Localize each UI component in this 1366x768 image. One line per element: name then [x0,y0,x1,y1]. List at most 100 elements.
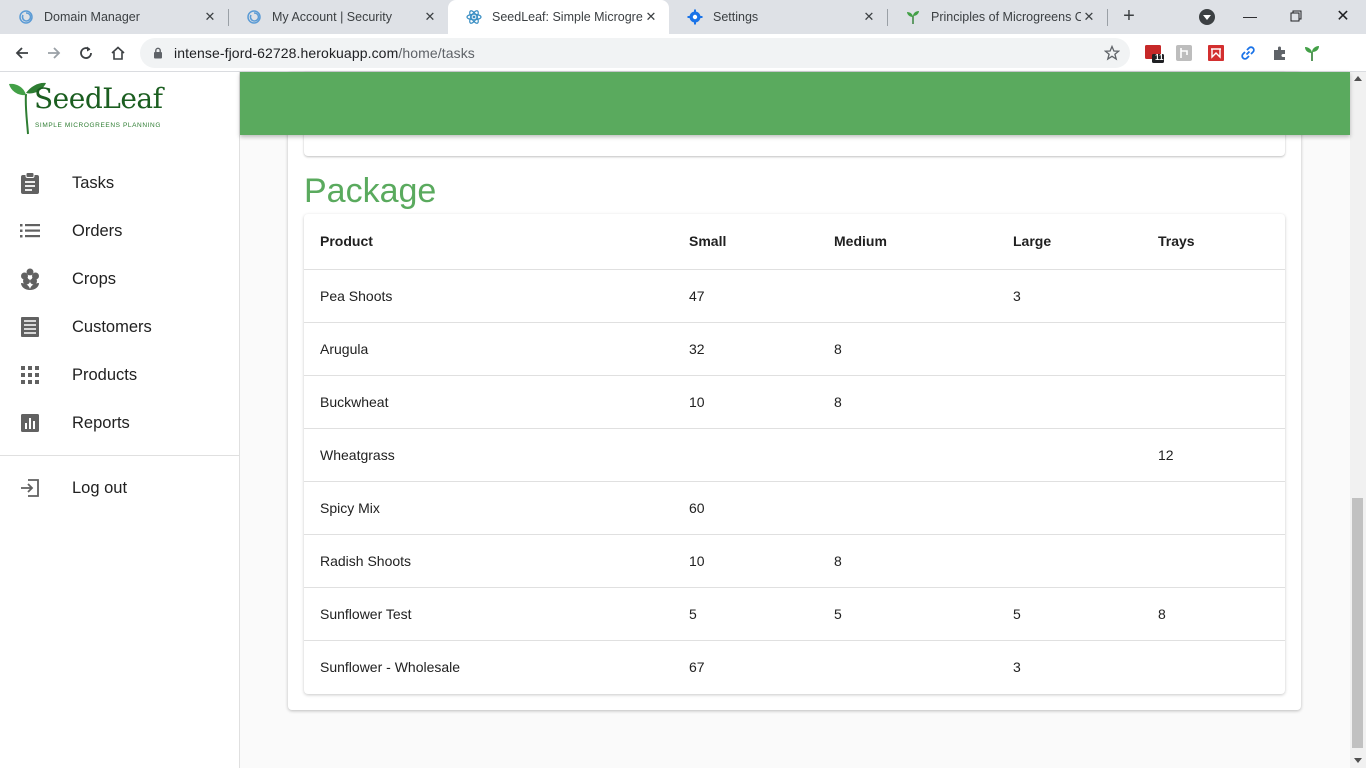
link-extension-button[interactable] [1238,43,1258,63]
extensions-button[interactable] [1270,43,1290,63]
lock-icon[interactable] [152,47,164,59]
translate-extension-button[interactable] [1174,43,1194,63]
cell-trays [1158,375,1285,429]
new-tab-button[interactable]: + [1118,5,1140,27]
cell-small: 32 [689,322,834,376]
seedleaf-logo[interactable]: SeedLeaf SIMPLE MICROGREENS PLANNING [8,80,168,136]
cell-product: Sunflower - Wholesale [320,658,461,675]
cell-large [1013,428,1158,482]
close-icon[interactable]: ✕ [1081,9,1097,25]
url-host: intense-fjord-62728.herokuapp.com [174,45,399,61]
cell-medium: 5 [834,587,1013,641]
column-header-product: Product [304,214,689,270]
cell-small [689,428,834,482]
table-row: Sunflower Test 5 5 5 8 [304,587,1285,641]
cell-small: 47 [689,269,834,323]
table-header-row: Product Small Medium Large Trays [304,214,1285,270]
back-button[interactable] [10,41,34,65]
cell-large [1013,322,1158,376]
minimize-window-button[interactable]: — [1237,4,1263,28]
red-extension-button[interactable] [1206,43,1226,63]
browser-tab-principles[interactable]: Principles of Microgreens Cro ✕ [887,0,1107,34]
sidebar-item-tasks[interactable]: Tasks [0,159,239,207]
sidebar-item-crops[interactable]: Crops [0,255,239,303]
sidebar-item-label: Tasks [72,173,115,192]
table-row: Buckwheat 10 8 [304,375,1285,429]
browser-tab-seedleaf[interactable]: SeedLeaf: Simple Microgreen ✕ [448,0,669,34]
sidebar-item-products[interactable]: Products [0,351,239,399]
cell-small: 60 [689,481,834,535]
bookmark-extension-icon [1208,45,1224,61]
logo-tagline: SIMPLE MICROGREENS PLANNING [35,122,161,129]
section-title-package: Package [304,172,437,210]
table-row: Sunflower - Wholesale 67 3 [304,640,1285,693]
tab-separator [1107,9,1108,26]
forward-button[interactable] [42,41,66,65]
calendar-extension-button[interactable]: 11 [1144,43,1164,63]
cell-medium: 8 [834,322,1013,376]
sidebar-item-logout[interactable]: Log out [0,464,239,512]
bar-chart-icon [18,411,42,435]
logo-name: SeedLeaf [34,82,163,115]
spiral-icon [247,10,261,24]
cell-medium [834,269,1013,323]
cell-medium [834,481,1013,535]
cell-large [1013,534,1158,588]
close-icon[interactable]: ✕ [643,9,659,25]
cell-medium [834,640,1013,693]
close-icon[interactable]: ✕ [861,9,877,25]
address-bar[interactable]: intense-fjord-62728.herokuapp.com/home/t… [140,38,1130,68]
cell-small: 10 [689,375,834,429]
profile-button[interactable] [1302,43,1322,63]
tab-title: SeedLeaf: Simple Microgreen [492,10,643,24]
list-icon [18,219,42,243]
flower-icon [18,267,42,291]
arrow-right-icon [48,47,61,59]
app-sidebar: SeedLeaf SIMPLE MICROGREENS PLANNING Tas… [0,72,240,768]
sidebar-item-customers[interactable]: Customers [0,303,239,351]
reload-button[interactable] [74,41,98,65]
cell-trays [1158,269,1285,323]
cell-trays [1158,322,1285,376]
react-atom-icon [466,10,482,24]
tab-search-dropdown-icon[interactable] [1199,9,1215,25]
scroll-up-arrow-icon[interactable] [1354,76,1362,81]
document-icon [18,315,42,339]
close-icon[interactable]: ✕ [422,9,438,25]
column-header-medium: Medium [834,214,1013,270]
browser-tab-settings[interactable]: Settings ✕ [669,0,887,34]
tab-title: Domain Manager [44,10,140,24]
table-row: Radish Shoots 10 8 [304,534,1285,588]
browser-tab-domain-manager[interactable]: Domain Manager ✕ [0,0,228,34]
sidebar-item-reports[interactable]: Reports [0,399,239,447]
scrollbar-thumb[interactable] [1352,498,1363,748]
browser-tab-my-account[interactable]: My Account | Security ✕ [228,0,448,34]
home-button[interactable] [106,41,130,65]
table-row: Pea Shoots 47 3 [304,269,1285,323]
sidebar-item-orders[interactable]: Orders [0,207,239,255]
link-icon [1241,46,1255,60]
sidebar-item-label: Orders [72,221,123,240]
sidebar-item-label: Customers [72,317,152,336]
sidebar-divider [0,455,239,456]
logout-icon [18,476,42,500]
cell-trays [1158,481,1285,535]
page-scrollbar[interactable] [1350,72,1366,768]
reload-icon [80,46,92,59]
app-bar [240,72,1350,135]
column-header-trays: Trays [1158,214,1285,270]
cell-product: Pea Shoots [304,269,689,323]
grid-icon [18,363,42,387]
restore-window-button[interactable] [1283,4,1309,28]
sidebar-nav: Tasks Orders Crops Customers Products Re… [0,159,239,512]
column-header-large: Large [1013,214,1158,270]
calendar-badge: 11 [1155,53,1164,62]
clipboard-icon [18,171,42,195]
close-icon[interactable]: ✕ [202,9,218,25]
bookmark-star-icon[interactable] [1104,45,1120,61]
translate-icon [1176,45,1192,61]
cell-small: 10 [689,534,834,588]
cell-product: Buckwheat [304,375,689,429]
close-window-button[interactable]: ✕ [1330,4,1356,28]
scroll-down-arrow-icon[interactable] [1354,758,1362,763]
